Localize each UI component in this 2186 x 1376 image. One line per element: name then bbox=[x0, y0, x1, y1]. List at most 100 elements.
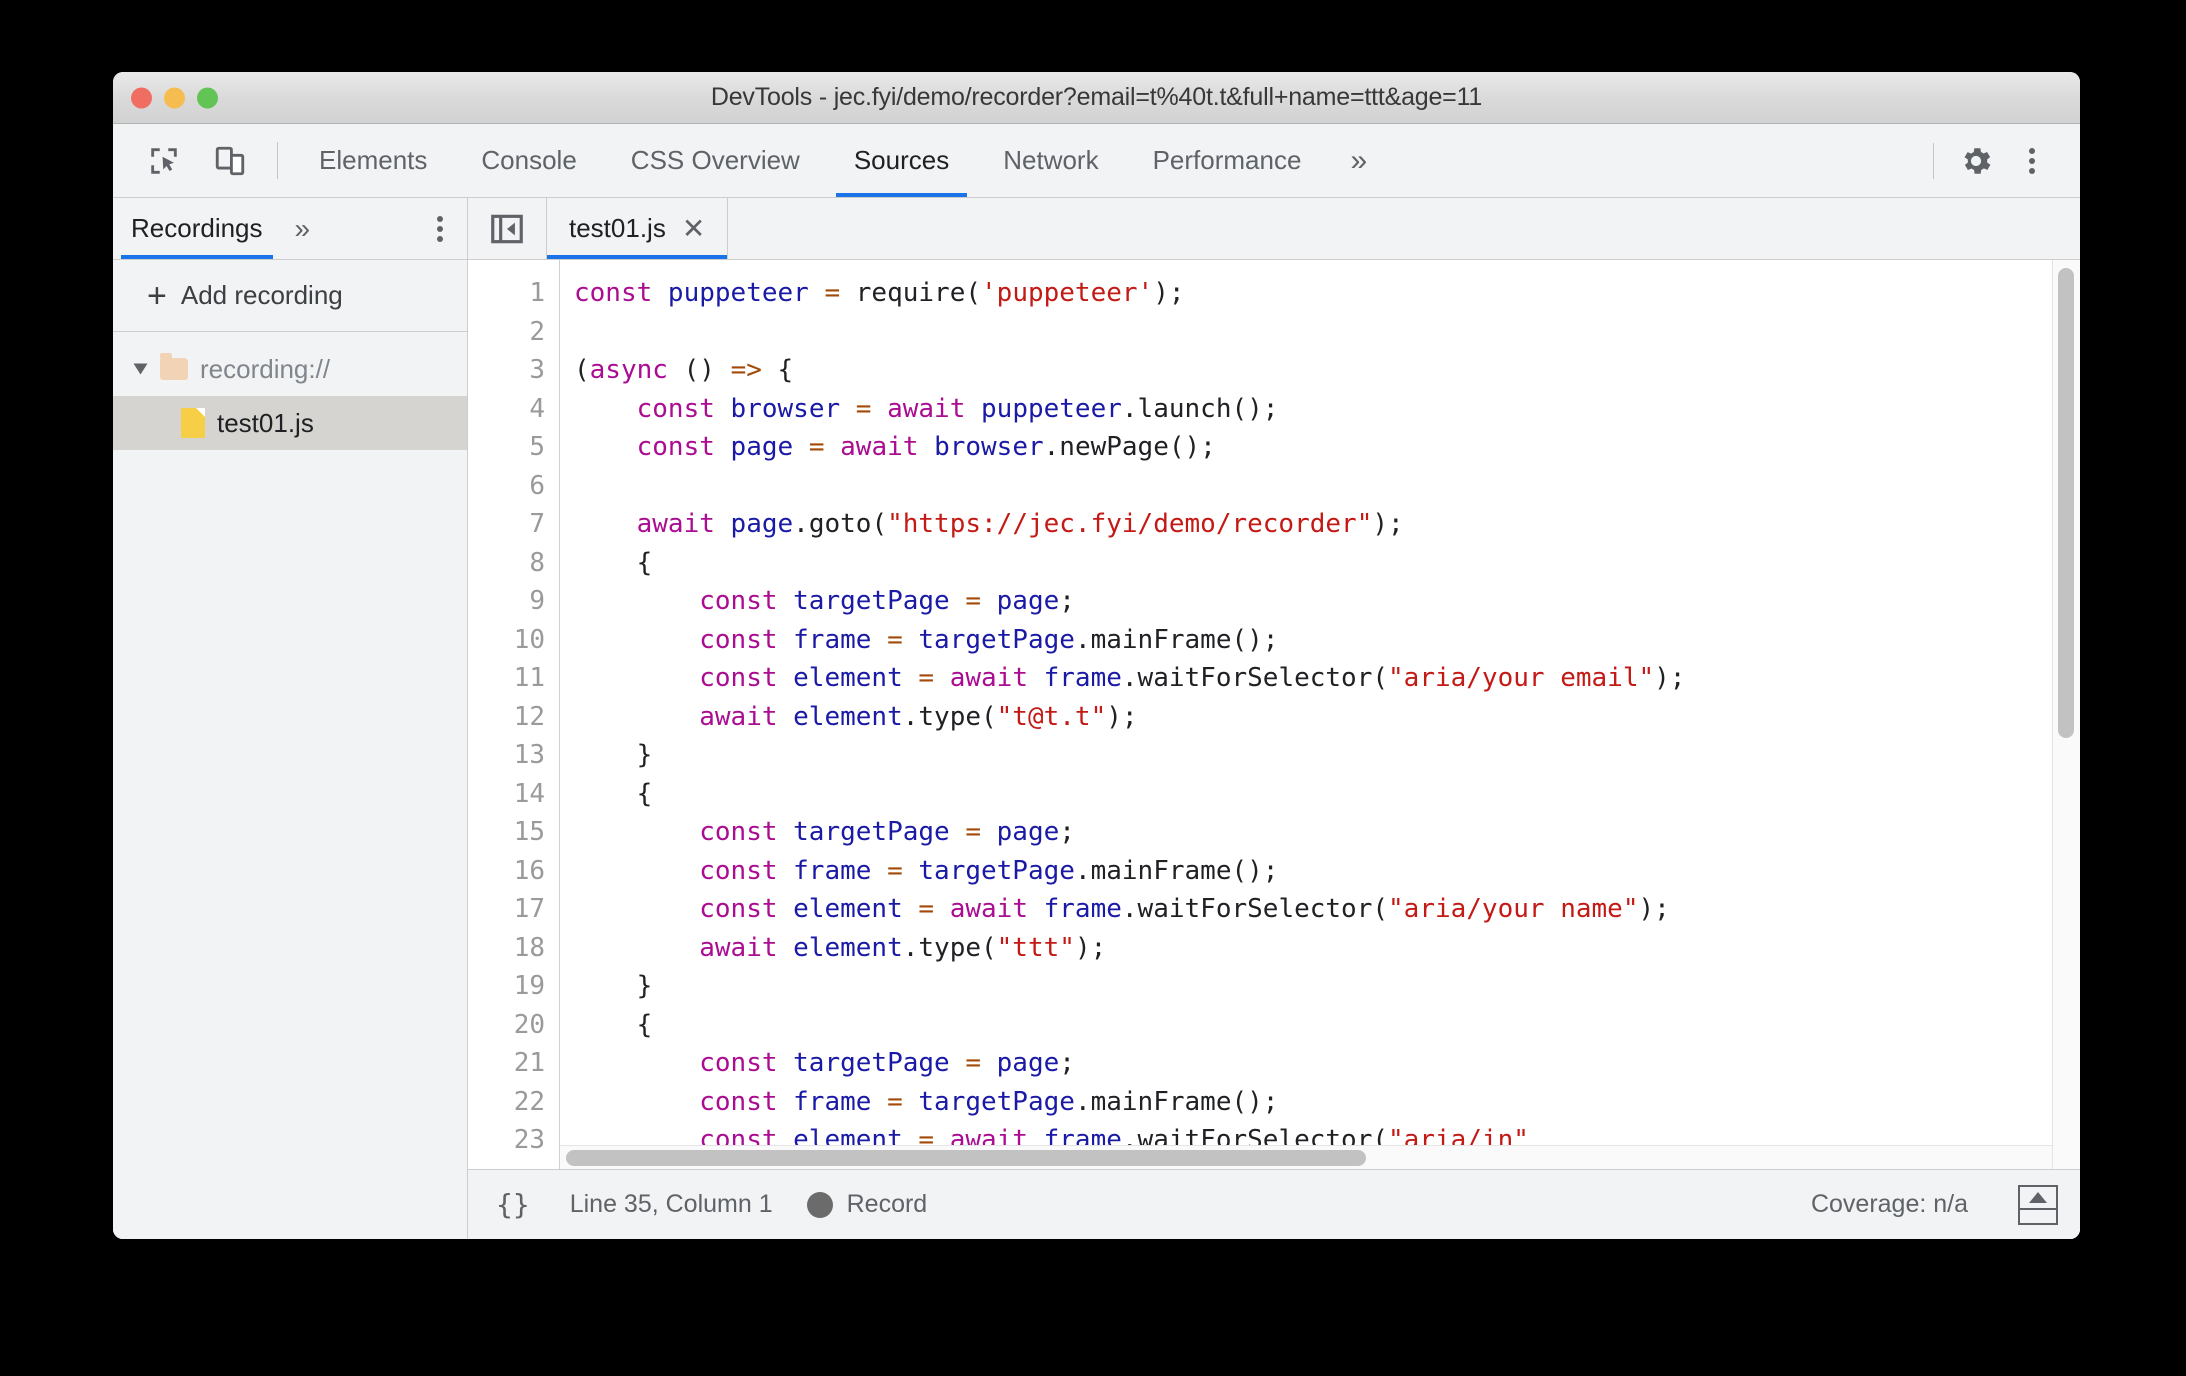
code-token: = bbox=[808, 432, 841, 462]
code-token: .waitForSelector( bbox=[1121, 663, 1389, 693]
code-content[interactable]: const puppeteer = require('puppeteer'); … bbox=[560, 260, 2080, 1169]
code-token: await bbox=[840, 432, 935, 462]
line-number: 14 bbox=[513, 778, 545, 809]
inspect-element-icon[interactable] bbox=[131, 124, 197, 197]
line-number: 21 bbox=[513, 1048, 545, 1078]
editor-tabbar: test01.js ✕ bbox=[468, 198, 2080, 260]
code-token: { bbox=[574, 547, 653, 578]
sidebar-menu-button[interactable] bbox=[427, 215, 467, 242]
code-token: frame bbox=[1043, 663, 1122, 693]
line-number: 2 bbox=[529, 316, 545, 347]
code-line: const frame = targetPage.mainFrame(); bbox=[574, 1083, 2080, 1122]
code-token: ); bbox=[1638, 894, 1670, 924]
add-recording-button[interactable]: + Add recording bbox=[113, 260, 467, 332]
code-token: .goto( bbox=[793, 509, 888, 539]
code-token: await bbox=[699, 932, 794, 963]
code-token: targetPage bbox=[918, 1086, 1075, 1117]
code-line: const element = await frame.waitForSelec… bbox=[574, 890, 2080, 929]
editor-statusbar: {} Line 35, Column 1 Record Coverage: n/… bbox=[468, 1169, 2080, 1239]
code-line: { bbox=[574, 544, 2080, 583]
code-token: = bbox=[965, 817, 997, 847]
tab-elements[interactable]: Elements bbox=[292, 124, 454, 197]
tree-item-test01-js[interactable]: test01.js bbox=[113, 396, 467, 450]
code-line: } bbox=[574, 967, 2080, 1006]
code-token: frame bbox=[793, 855, 888, 886]
javascript-file-icon bbox=[181, 408, 205, 438]
code-token: await bbox=[636, 509, 731, 539]
line-number: 23 bbox=[513, 1125, 545, 1155]
sidebar-tab-recordings-label: Recordings bbox=[131, 213, 263, 243]
plus-icon: + bbox=[147, 276, 167, 315]
tab-performance[interactable]: Performance bbox=[1126, 124, 1329, 197]
tab-sources-label: Sources bbox=[853, 145, 950, 175]
recordings-sidebar: Recordings » + Add recording recording:/… bbox=[113, 198, 468, 1239]
line-number: 18 bbox=[513, 932, 545, 963]
vertical-scrollbar-track[interactable] bbox=[2052, 260, 2080, 1169]
line-number-gutter: 1 2 3 4 5 6 7 8 9 10 11 12 13 14 15 16 17 18 19 20 21 22 23 bbox=[468, 260, 560, 1169]
code-token: } bbox=[574, 971, 653, 1001]
sidebar-tab-recordings[interactable]: Recordings bbox=[113, 198, 281, 259]
devtools-window: DevTools - jec.fyi/demo/recorder?email=t… bbox=[113, 72, 2080, 1239]
code-token: { bbox=[574, 778, 653, 809]
horizontal-scrollbar-track[interactable] bbox=[560, 1145, 2052, 1169]
code-token: ); bbox=[1153, 278, 1185, 308]
settings-button[interactable] bbox=[1948, 124, 2004, 198]
record-button[interactable]: Record bbox=[806, 1190, 927, 1219]
code-token: "aria/your email" bbox=[1388, 663, 1655, 693]
code-token: .mainFrame(); bbox=[1074, 624, 1279, 655]
tab-console[interactable]: Console bbox=[454, 124, 603, 197]
coverage-label: Coverage: n/a bbox=[1810, 1190, 1968, 1218]
line-number: 13 bbox=[513, 740, 545, 770]
line-number: 8 bbox=[529, 547, 545, 578]
code-token: "ttt" bbox=[996, 932, 1075, 963]
zoom-window-button[interactable] bbox=[197, 87, 218, 108]
more-tabs-button[interactable]: » bbox=[1328, 124, 1389, 197]
triangle-expanded-icon[interactable] bbox=[133, 363, 148, 375]
code-token: const bbox=[699, 855, 794, 886]
code-token: { bbox=[574, 1009, 653, 1040]
close-icon[interactable]: ✕ bbox=[682, 214, 705, 243]
minimize-window-button[interactable] bbox=[164, 87, 185, 108]
tree-item-recording-root[interactable]: recording:// bbox=[113, 342, 467, 396]
code-token: = bbox=[855, 393, 888, 424]
code-token: const bbox=[699, 1086, 794, 1117]
show-navigator-button[interactable] bbox=[468, 198, 546, 259]
main-menu-button[interactable] bbox=[2004, 124, 2060, 198]
code-token: const bbox=[636, 432, 731, 462]
tab-sources[interactable]: Sources bbox=[827, 124, 976, 197]
code-token: .mainFrame(); bbox=[1074, 1086, 1279, 1117]
folder-icon bbox=[160, 353, 188, 380]
code-token: const bbox=[699, 1048, 794, 1078]
device-toolbar-icon[interactable] bbox=[197, 124, 263, 197]
tab-network[interactable]: Network bbox=[976, 124, 1125, 197]
sidebar-more-tabs-button[interactable]: » bbox=[281, 213, 325, 245]
code-token: = bbox=[887, 1086, 919, 1117]
code-editor[interactable]: 1 2 3 4 5 6 7 8 9 10 11 12 13 14 15 16 17 18 19 20 21 22 23 co… bbox=[468, 260, 2080, 1169]
vertical-scrollbar-thumb[interactable] bbox=[2058, 268, 2074, 738]
line-number: 17 bbox=[513, 894, 545, 924]
line-number: 5 bbox=[529, 432, 545, 462]
code-line: await page.goto("https://jec.fyi/demo/re… bbox=[574, 505, 2080, 544]
toolbar-divider bbox=[277, 142, 278, 179]
close-window-button[interactable] bbox=[131, 87, 152, 108]
tab-css-overview[interactable]: CSS Overview bbox=[604, 124, 827, 197]
line-number: 1 bbox=[529, 278, 545, 308]
traffic-light-buttons bbox=[131, 87, 218, 108]
show-drawer-button[interactable] bbox=[2018, 1184, 2058, 1225]
editor-tab-test01-js[interactable]: test01.js ✕ bbox=[546, 198, 729, 259]
tree-item-test01-js-label: test01.js bbox=[217, 407, 314, 438]
horizontal-scrollbar-thumb[interactable] bbox=[566, 1150, 1366, 1166]
devtools-body: Recordings » + Add recording recording:/… bbox=[113, 198, 2080, 1239]
devtools-toolbar: Elements Console CSS Overview Sources Ne… bbox=[113, 124, 2080, 198]
add-recording-label: Add recording bbox=[180, 280, 343, 310]
line-number: 10 bbox=[513, 624, 545, 655]
code-line: const targetPage = page; bbox=[574, 582, 2080, 621]
code-token: element bbox=[793, 932, 903, 963]
pretty-print-button[interactable]: {} bbox=[490, 1188, 536, 1221]
